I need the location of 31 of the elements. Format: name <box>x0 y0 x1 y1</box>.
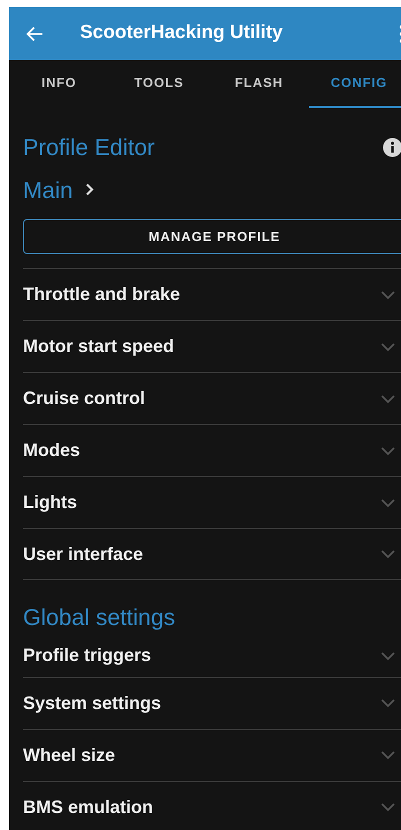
chevron-down-icon[interactable] <box>380 549 396 559</box>
section-label: Wheel size <box>23 744 116 766</box>
chevron-down-icon[interactable] <box>380 290 396 300</box>
tab[interactable]: CONFIG <box>309 60 401 108</box>
chevron-right-icon[interactable] <box>84 183 94 196</box>
section-label: Lights <box>23 491 77 514</box>
section-label: System settings <box>23 692 162 715</box>
section-label: Throttle and brake <box>23 283 180 306</box>
chevron-down-icon[interactable] <box>380 698 396 708</box>
manage-profile-button[interactable]: MANAGE PROFILE <box>23 219 401 254</box>
section-label: Motor start speed <box>23 335 174 358</box>
chevron-down-icon[interactable] <box>380 446 396 456</box>
chevron-down-icon[interactable] <box>380 750 396 760</box>
chevron-down-icon[interactable] <box>380 394 396 404</box>
tab[interactable]: FLASH <box>209 60 309 108</box>
section-label: User interface <box>23 542 144 566</box>
section-heading: Profile Editor <box>23 133 155 162</box>
chevron-down-icon[interactable] <box>380 498 396 508</box>
chevron-down-icon[interactable] <box>380 802 396 812</box>
section-label: BMS emulation <box>23 796 154 818</box>
app-title: ScooterHacking Utility <box>80 21 283 46</box>
tab[interactable]: INFO <box>9 60 109 108</box>
tab[interactable]: TOOLS <box>109 60 209 108</box>
section-label: Cruise control <box>23 387 146 410</box>
chevron-down-icon[interactable] <box>380 650 396 660</box>
profile-name: Main <box>23 176 73 204</box>
section-label: Profile triggers <box>23 644 152 667</box>
chevron-down-icon[interactable] <box>380 342 396 352</box>
section-label: Modes <box>23 439 80 462</box>
section-heading: Global settings <box>23 603 176 632</box>
info-icon[interactable] <box>383 138 401 157</box>
